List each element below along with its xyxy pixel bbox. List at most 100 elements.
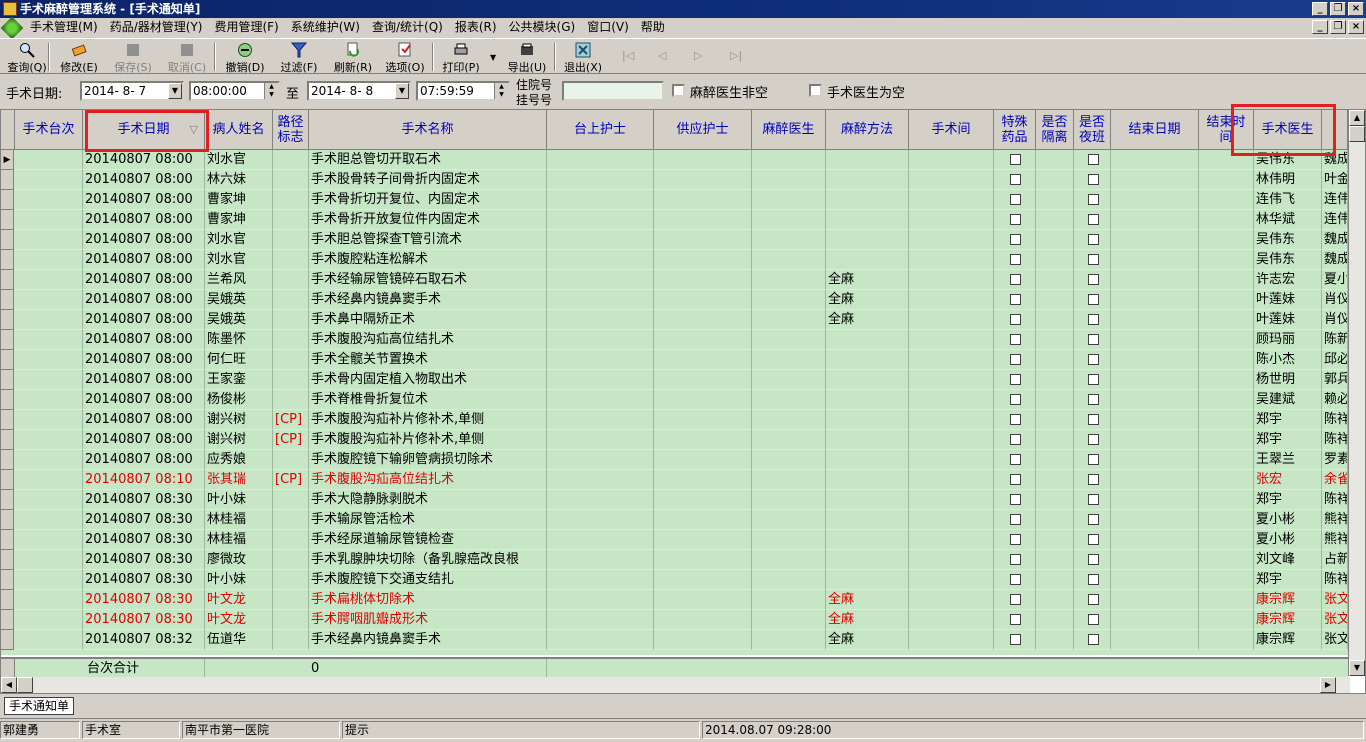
cell-path[interactable] — [273, 530, 309, 550]
cell-surgeon[interactable]: 郑宇 — [1254, 490, 1322, 510]
cell-room[interactable] — [909, 470, 994, 490]
header-anesth-method[interactable]: 麻醉方法 — [826, 110, 909, 150]
cell-room[interactable] — [909, 350, 994, 370]
cell-path[interactable] — [273, 150, 309, 170]
cell-room[interactable] — [909, 570, 994, 590]
cell-method[interactable] — [826, 570, 909, 590]
row-indicator[interactable] — [1, 290, 14, 310]
cell-room[interactable] — [909, 150, 994, 170]
cell-surgeon[interactable]: 吴伟东 — [1254, 250, 1322, 270]
cell-surgeon[interactable]: 康宗辉 — [1254, 590, 1322, 610]
header-date[interactable]: 手术日期 ▽ — [83, 110, 205, 150]
start-date-picker[interactable]: 2014- 8- 7 ▼ — [80, 81, 184, 101]
cell-special[interactable] — [994, 290, 1036, 310]
app-menu-icon[interactable] — [0, 16, 24, 39]
cell-end_date[interactable] — [1111, 450, 1199, 470]
table-row[interactable]: 20140807 08:00 林六妹 手术股骨转子间骨折内固定术 林伟明 叶金 — [1, 170, 1348, 190]
cell-patient[interactable]: 曹家坤 — [205, 210, 273, 230]
cell-path[interactable] — [273, 590, 309, 610]
cell-end_date[interactable] — [1111, 490, 1199, 510]
cell-end_date[interactable] — [1111, 530, 1199, 550]
header-room[interactable]: 手术间 — [909, 110, 994, 150]
inpatient-number-input[interactable] — [562, 81, 664, 101]
cell-order[interactable] — [15, 370, 83, 390]
cell-scrub[interactable] — [547, 270, 654, 290]
cell-surgeon[interactable]: 王翠兰 — [1254, 450, 1322, 470]
cell-method[interactable]: 全麻 — [826, 310, 909, 330]
cell-date[interactable]: 20140807 08:30 — [83, 570, 205, 590]
table-row[interactable]: ▶ 20140807 08:00 刘水官 手术胆总管切开取石术 吴伟东 魏成 — [1, 150, 1348, 170]
cell-iso[interactable] — [1036, 230, 1074, 250]
cell-night[interactable] — [1074, 250, 1111, 270]
cell-patient[interactable]: 伍道华 — [205, 630, 273, 650]
save-button[interactable]: 保存(S) — [108, 41, 158, 74]
cell-anesth_doc[interactable] — [752, 610, 826, 630]
special-checkbox[interactable] — [1010, 594, 1021, 605]
night-checkbox[interactable] — [1087, 434, 1099, 445]
menu-item-4[interactable]: 查询/统计(Q) — [366, 18, 449, 37]
cell-scrub[interactable] — [547, 230, 654, 250]
cell-end_time[interactable] — [1199, 230, 1254, 250]
special-checkbox[interactable] — [1010, 614, 1021, 625]
cell-anesth_doc[interactable] — [752, 370, 826, 390]
cell-name[interactable]: 手术腹股沟疝补片修补术,单侧 — [309, 410, 547, 430]
cell-anesth_doc[interactable] — [752, 410, 826, 430]
cell-supply[interactable] — [654, 190, 752, 210]
refresh-button[interactable]: 刷新(R) — [328, 41, 378, 74]
cell-iso[interactable] — [1036, 530, 1074, 550]
cell-surgeon[interactable]: 叶莲妹 — [1254, 310, 1322, 330]
minimize-button[interactable]: _ — [1312, 2, 1328, 16]
cell-supply[interactable] — [654, 210, 752, 230]
cell-path[interactable] — [273, 450, 309, 470]
cell-scrub[interactable] — [547, 150, 654, 170]
cell-path[interactable] — [273, 190, 309, 210]
cell-special[interactable] — [994, 570, 1036, 590]
cell-extra[interactable]: 张文 — [1322, 630, 1348, 650]
row-indicator[interactable] — [1, 210, 14, 230]
cell-room[interactable] — [909, 490, 994, 510]
options-button[interactable]: 选项(O) — [380, 41, 430, 74]
cell-special[interactable] — [994, 190, 1036, 210]
cell-order[interactable] — [15, 350, 83, 370]
special-checkbox[interactable] — [1010, 234, 1021, 245]
cell-order[interactable] — [15, 150, 83, 170]
cell-order[interactable] — [15, 310, 83, 330]
cell-anesth_doc[interactable] — [752, 570, 826, 590]
cell-scrub[interactable] — [547, 310, 654, 330]
cell-method[interactable] — [826, 250, 909, 270]
cell-anesth_doc[interactable] — [752, 170, 826, 190]
special-checkbox[interactable] — [1010, 554, 1021, 565]
cell-scrub[interactable] — [547, 590, 654, 610]
cell-anesth_doc[interactable] — [752, 270, 826, 290]
cell-special[interactable] — [994, 510, 1036, 530]
special-checkbox[interactable] — [1010, 374, 1021, 385]
cell-name[interactable]: 手术腹股沟疝高位结扎术 — [309, 330, 547, 350]
cell-extra[interactable]: 夏小 — [1322, 270, 1348, 290]
cell-room[interactable] — [909, 410, 994, 430]
cell-path[interactable] — [273, 350, 309, 370]
cell-surgeon[interactable]: 顾玛丽 — [1254, 330, 1322, 350]
cell-surgeon[interactable]: 吴伟东 — [1254, 150, 1322, 170]
cell-scrub[interactable] — [547, 390, 654, 410]
row-indicator[interactable] — [1, 270, 14, 290]
cell-patient[interactable]: 谢兴树 — [205, 410, 273, 430]
cell-iso[interactable] — [1036, 590, 1074, 610]
cell-end_time[interactable] — [1199, 450, 1254, 470]
cell-iso[interactable] — [1036, 150, 1074, 170]
cell-special[interactable] — [994, 210, 1036, 230]
cell-name[interactable]: 手术扁桃体切除术 — [309, 590, 547, 610]
cell-anesth_doc[interactable] — [752, 630, 826, 650]
menu-item-7[interactable]: 窗口(V) — [581, 18, 635, 37]
cell-night[interactable] — [1074, 390, 1111, 410]
cell-special[interactable] — [994, 270, 1036, 290]
cell-supply[interactable] — [654, 230, 752, 250]
header-scrub-nurse[interactable]: 台上护士 — [547, 110, 654, 150]
cell-night[interactable] — [1074, 490, 1111, 510]
night-checkbox[interactable] — [1087, 394, 1099, 405]
cell-supply[interactable] — [654, 550, 752, 570]
cell-room[interactable] — [909, 170, 994, 190]
cell-patient[interactable]: 林六妹 — [205, 170, 273, 190]
cell-night[interactable] — [1074, 210, 1111, 230]
cell-special[interactable] — [994, 490, 1036, 510]
cell-extra[interactable]: 陈祥 — [1322, 410, 1348, 430]
